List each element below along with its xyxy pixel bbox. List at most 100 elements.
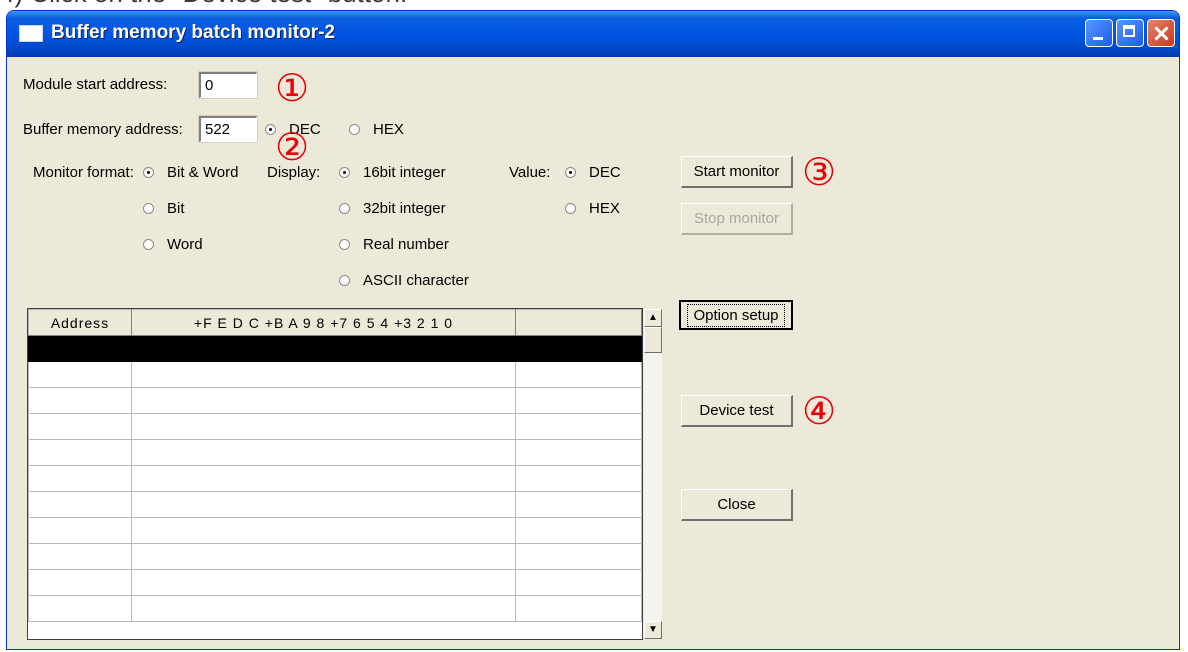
- buffer-memory-address-input[interactable]: 522: [198, 115, 258, 143]
- table-row[interactable]: [28, 439, 642, 466]
- value-hex-radio[interactable]: HEX: [565, 200, 620, 217]
- display-ascii-radio[interactable]: ASCII character: [339, 272, 469, 289]
- table-cell[interactable]: [131, 543, 516, 570]
- annotation-marker-4: ④: [802, 389, 837, 433]
- annotation-marker-1: ①: [275, 66, 310, 110]
- grid-scrollbar[interactable]: ▲ ▼: [644, 309, 662, 639]
- table-cell[interactable]: [28, 543, 132, 570]
- table-cell[interactable]: [515, 413, 642, 440]
- monitor-format-word-radio[interactable]: Word: [143, 236, 203, 253]
- table-cell[interactable]: [515, 465, 642, 492]
- value-option: DEC: [589, 164, 621, 181]
- scroll-thumb[interactable]: [644, 327, 662, 353]
- table-cell[interactable]: [131, 387, 516, 414]
- table-cell[interactable]: [131, 335, 516, 362]
- table-cell[interactable]: [131, 465, 516, 492]
- table-cell[interactable]: [515, 439, 642, 466]
- start-monitor-button[interactable]: Start monitor: [681, 156, 793, 188]
- window-title: Buffer memory batch monitor-2: [51, 22, 335, 43]
- table-cell[interactable]: [515, 517, 642, 544]
- value-dec-radio[interactable]: DEC: [565, 164, 621, 181]
- display-32bit-radio[interactable]: 32bit integer: [339, 200, 446, 217]
- stop-monitor-button[interactable]: Stop monitor: [681, 203, 793, 235]
- display-option: Real number: [363, 236, 449, 253]
- monitor-format-option: Bit & Word: [167, 164, 239, 181]
- table-row[interactable]: [28, 595, 642, 622]
- monitor-format-bit-word-radio[interactable]: Bit & Word: [143, 164, 238, 181]
- monitor-format-option: Bit: [167, 200, 185, 217]
- table-cell[interactable]: [131, 491, 516, 518]
- display-option: ASCII character: [363, 272, 469, 289]
- table-cell[interactable]: [515, 595, 642, 622]
- display-16bit-radio[interactable]: 16bit integer: [339, 164, 446, 181]
- option-setup-button[interactable]: Option setup: [679, 300, 793, 330]
- table-cell[interactable]: [131, 569, 516, 596]
- annotation-marker-3: ③: [802, 150, 837, 194]
- table-row[interactable]: [28, 465, 642, 492]
- table-cell[interactable]: [28, 439, 132, 466]
- radio-dot: [339, 203, 350, 214]
- minimize-button[interactable]: [1085, 19, 1113, 47]
- grid-body: [28, 335, 642, 622]
- table-row[interactable]: [28, 361, 642, 388]
- module-start-address-label: Module start address:: [23, 76, 168, 93]
- column-header-address[interactable]: Address: [28, 309, 132, 336]
- table-cell[interactable]: [28, 517, 132, 544]
- device-test-button[interactable]: Device test: [681, 395, 793, 427]
- radio-dot: [339, 167, 350, 178]
- radio-dot: [143, 203, 154, 214]
- table-row[interactable]: [28, 387, 642, 414]
- close-window-button[interactable]: [1147, 19, 1175, 47]
- column-header-extra[interactable]: [515, 309, 642, 336]
- display-option: 16bit integer: [363, 164, 446, 181]
- display-real-radio[interactable]: Real number: [339, 236, 449, 253]
- table-cell[interactable]: [515, 569, 642, 596]
- table-cell[interactable]: [28, 465, 132, 492]
- table-row[interactable]: [28, 491, 642, 518]
- module-start-address-input[interactable]: 0: [198, 71, 258, 99]
- title-bar[interactable]: Buffer memory batch monitor-2: [7, 11, 1179, 57]
- table-cell[interactable]: [131, 439, 516, 466]
- instruction-caption: 4) Click on the "Device test" button.: [0, 0, 407, 10]
- table-cell[interactable]: [515, 361, 642, 388]
- buffer-memory-grid[interactable]: Address +F E D C +B A 9 8 +7 6 5 4 +3 2 …: [27, 308, 643, 640]
- maximize-button[interactable]: [1116, 19, 1144, 47]
- table-row[interactable]: [28, 517, 642, 544]
- table-cell[interactable]: [131, 517, 516, 544]
- table-cell[interactable]: [28, 361, 132, 388]
- table-cell[interactable]: [515, 387, 642, 414]
- column-header-bits[interactable]: +F E D C +B A 9 8 +7 6 5 4 +3 2 1 0: [131, 309, 516, 336]
- display-option: 32bit integer: [363, 200, 446, 217]
- value-label: Value:: [509, 164, 551, 181]
- value-option: HEX: [589, 200, 620, 217]
- table-cell[interactable]: [515, 335, 642, 362]
- buffer-memory-address-label: Buffer memory address:: [23, 121, 183, 138]
- table-cell[interactable]: [28, 569, 132, 596]
- table-row[interactable]: [28, 569, 642, 596]
- scroll-up-icon[interactable]: ▲: [644, 309, 662, 327]
- option-setup-label: Option setup: [687, 303, 785, 327]
- monitor-format-bit-radio[interactable]: Bit: [143, 200, 185, 217]
- scroll-down-icon[interactable]: ▼: [644, 621, 662, 639]
- table-row[interactable]: [28, 543, 642, 570]
- table-cell[interactable]: [28, 595, 132, 622]
- table-cell[interactable]: [131, 361, 516, 388]
- table-row[interactable]: [28, 413, 642, 440]
- table-cell[interactable]: [515, 491, 642, 518]
- address-hex-label: HEX: [373, 121, 404, 138]
- radio-dot: [143, 167, 154, 178]
- table-cell[interactable]: [131, 413, 516, 440]
- table-cell[interactable]: [515, 543, 642, 570]
- close-button[interactable]: Close: [681, 489, 793, 521]
- table-cell[interactable]: [28, 335, 132, 362]
- table-cell[interactable]: [28, 387, 132, 414]
- monitor-format-label: Monitor format:: [33, 164, 134, 181]
- table-cell[interactable]: [28, 413, 132, 440]
- radio-dot: [565, 167, 576, 178]
- radio-dot: [339, 275, 350, 286]
- address-hex-radio[interactable]: HEX: [349, 121, 404, 138]
- table-cell[interactable]: [28, 491, 132, 518]
- table-cell[interactable]: [131, 595, 516, 622]
- table-row[interactable]: [28, 335, 642, 362]
- radio-dot: [143, 239, 154, 250]
